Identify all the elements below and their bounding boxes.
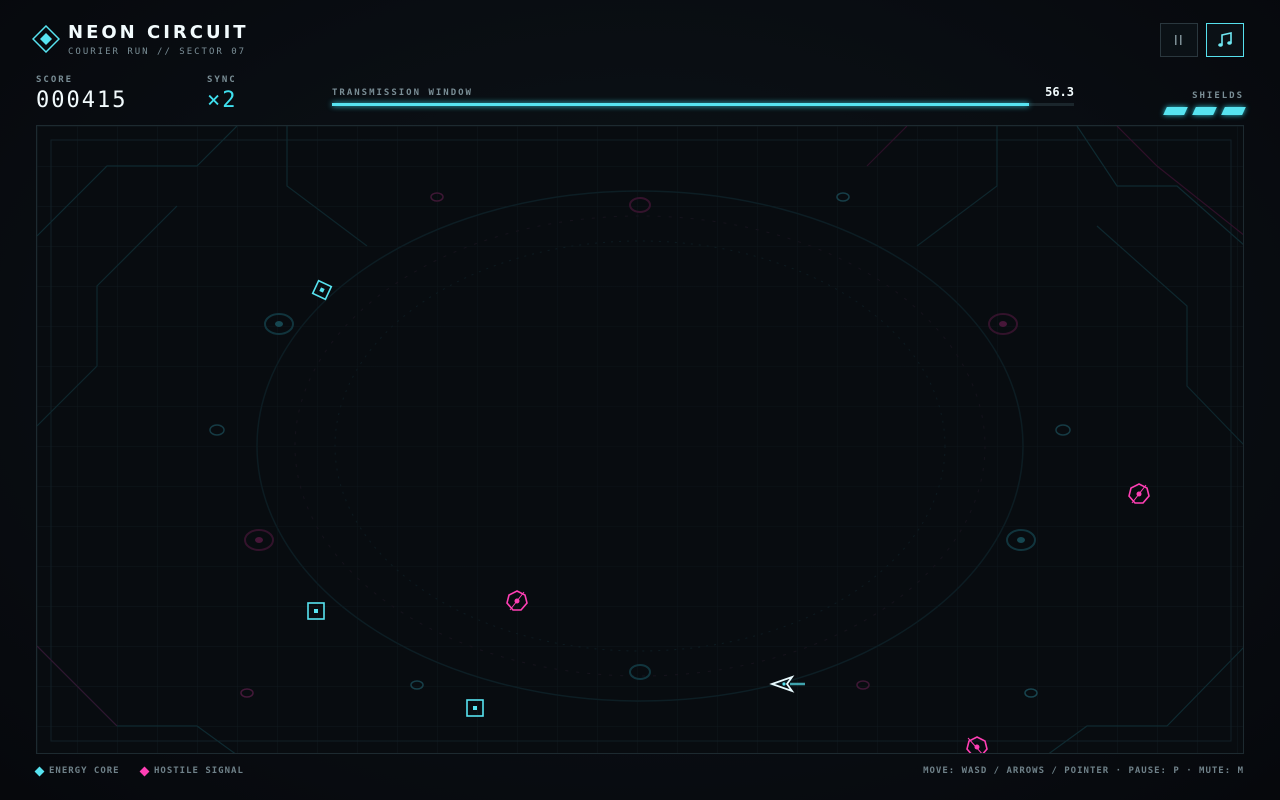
- transmission-bar: [332, 103, 1074, 106]
- score-label: SCORE: [36, 75, 74, 85]
- hostile-signal: [1128, 483, 1150, 504]
- legend-energy: ENERGY CORE: [34, 766, 120, 776]
- player-ship: [769, 675, 805, 693]
- energy-core: [466, 699, 484, 717]
- shields-meter: [1163, 107, 1246, 115]
- shield-pip: [1163, 107, 1188, 115]
- shields-label: SHIELDS: [1192, 91, 1244, 101]
- energy-core: [307, 602, 325, 620]
- shield-pip: [1192, 107, 1217, 115]
- transmission-value: 56.3: [1045, 85, 1074, 99]
- controls-hint: MOVE: WASD / ARROWS / POINTER · PAUSE: P…: [923, 766, 1244, 776]
- energy-core-icon: [34, 766, 45, 776]
- hostile-signal-icon: [139, 766, 150, 776]
- legend-hostile-label: HOSTILE SIGNAL: [154, 766, 244, 776]
- legend-energy-label: ENERGY CORE: [49, 766, 120, 776]
- transmission-bar-fill: [332, 103, 1030, 106]
- energy-core: [311, 279, 333, 301]
- pause-button[interactable]: [1160, 23, 1198, 57]
- transmission-label: TRANSMISSION WINDOW: [332, 88, 473, 98]
- sync-multiplier: ×2: [207, 88, 238, 113]
- game-arena[interactable]: [36, 125, 1244, 754]
- game-title: NEON CIRCUIT: [68, 22, 249, 43]
- arena-canvas: [37, 126, 1243, 753]
- hostile-signal: [966, 736, 988, 753]
- music-note-icon: [1218, 32, 1232, 47]
- logo-icon: [32, 25, 60, 53]
- pause-icon: [1175, 35, 1182, 45]
- game-subtitle: COURIER RUN // SECTOR 07: [68, 47, 247, 57]
- hostile-signal: [506, 590, 528, 611]
- score-value: 000415: [36, 88, 128, 113]
- music-button[interactable]: [1206, 23, 1244, 57]
- legend-hostile: HOSTILE SIGNAL: [139, 766, 244, 776]
- sync-label: SYNC: [207, 75, 237, 85]
- shield-pip: [1221, 107, 1246, 115]
